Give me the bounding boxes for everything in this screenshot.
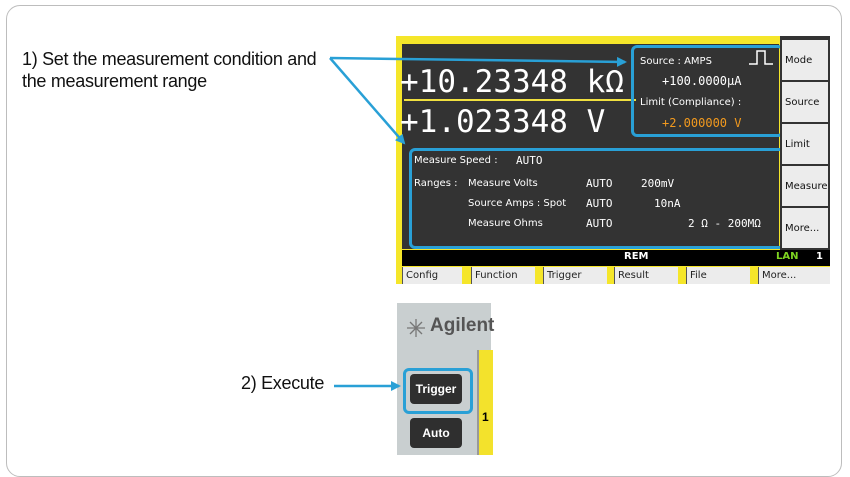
arrow-to-source [329, 56, 627, 67]
callout-arrows [329, 56, 627, 391]
arrow-to-ranges [329, 57, 406, 145]
